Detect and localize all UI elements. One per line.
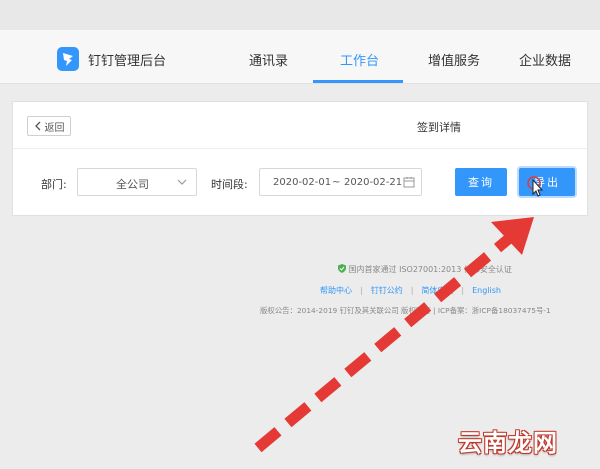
nav-value-added[interactable]: 增值服务 [428,50,480,69]
simplified-chinese-link[interactable]: 简体中文 [421,286,453,295]
department-label: 部门: [41,178,67,191]
divider [13,148,587,149]
help-center-link[interactable]: 帮助中心 [320,286,352,295]
watermark: 云南龙网 [458,429,558,457]
english-link[interactable]: English [472,286,501,295]
chevron-left-icon [34,121,40,131]
date-separator: ~ [332,177,341,188]
department-select[interactable]: 全公司 [77,168,197,196]
shield-check-icon [338,264,346,273]
nav-workbench[interactable]: 工作台 [340,50,379,69]
nav-enterprise-data[interactable]: 企业数据 [519,50,571,69]
date-range-picker[interactable]: 2020-02-01 ~ 2020-02-21 [259,168,422,196]
date-start: 2020-02-01 [273,177,332,188]
department-value: 全公司 [116,178,149,191]
page-title: 签到详情 [417,121,461,134]
dingtalk-convention-link[interactable]: 钉钉公约 [371,286,403,295]
date-end: 2020-02-21 [344,177,403,188]
back-button[interactable]: 返回 [27,116,71,136]
dingtalk-logo-icon [57,47,79,71]
calendar-icon [403,177,415,188]
footer-links: 帮助中心 | 钉钉公约 | 简体中文 | English [320,286,501,295]
certification-text: 国内首家通过 ISO27001:2013 信息安全认证 [348,265,512,274]
nav-active-indicator [313,80,403,83]
brand-title: 钉钉管理后台 [88,54,167,69]
copyright-line: 版权公告：2014-2019 钉钉及其关联公司 版权所有 | ICP备案：浙IC… [260,306,551,315]
certification-line: 国内首家通过 ISO27001:2013 信息安全认证 [338,264,512,275]
query-button[interactable]: 查询 [455,168,507,196]
app-header: 钉钉管理后台 通讯录 工作台 增值服务 企业数据 [0,30,600,84]
mouse-cursor-icon [527,176,544,197]
period-label: 时间段: [211,178,248,191]
browser-top-strip [0,0,600,30]
chevron-down-icon [177,179,187,185]
checkin-detail-panel: 返回 签到详情 部门: 全公司 时间段: 2020-02-01 ~ 2020-0… [12,101,588,216]
back-button-label: 返回 [44,122,65,134]
nav-contacts[interactable]: 通讯录 [249,50,288,69]
